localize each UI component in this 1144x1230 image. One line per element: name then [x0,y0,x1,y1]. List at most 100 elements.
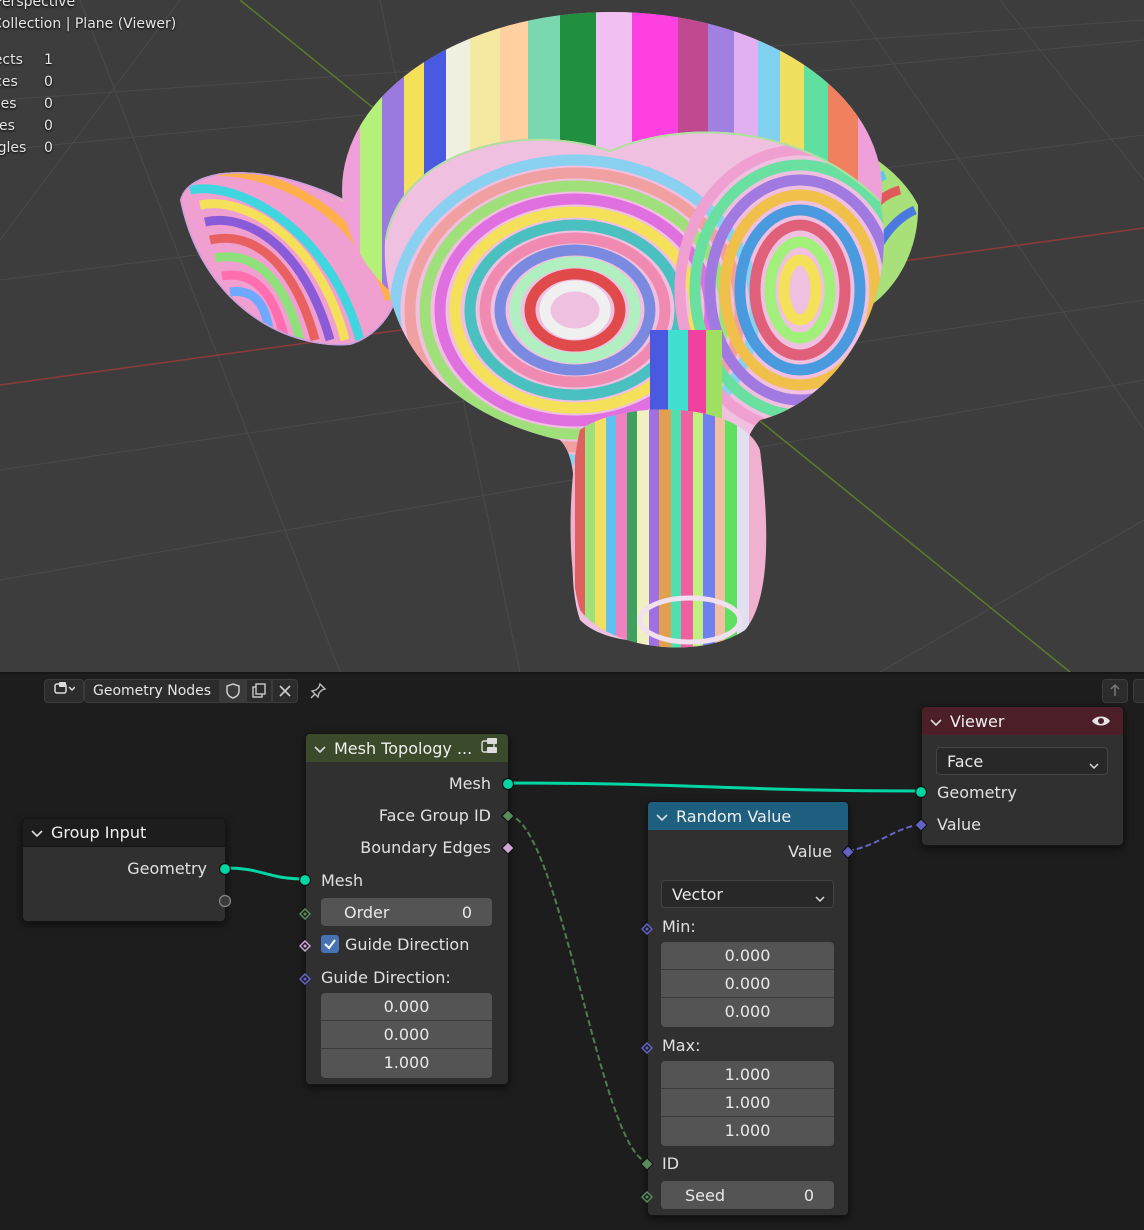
stat-edges-value: 0 [44,96,53,112]
order-value: 0 [461,902,472,922]
mesh-topology-node[interactable]: Mesh Topology ... Mesh Face Group ID Bou… [305,733,509,1085]
guide-direction-vector-label: Guide Direction: [321,968,451,987]
viewer-node[interactable]: Viewer Face Geometry Value [921,706,1124,846]
viewer-value-input-socket[interactable] [914,817,928,836]
guide-direction-checkbox-label: Guide Direction [345,935,470,954]
chevron-down-icon[interactable] [930,712,944,731]
seed-input-socket[interactable] [640,1188,654,1207]
stat-objects-label: Objects [0,52,23,68]
stat-faces-label: Faces [0,118,15,134]
max-y[interactable]: 1.000 [661,1089,834,1117]
viewer-geometry-input-socket[interactable] [914,784,928,803]
viewer-value-input-label: Value [937,815,981,834]
node-editor-header: Geometry Nodes [44,679,330,703]
face-group-id-output-socket[interactable] [501,808,515,827]
guide-direction-y[interactable]: 0.000 [321,1021,492,1049]
guide-direction-checkbox[interactable] [321,935,339,953]
3d-viewport[interactable]: Perspective Collection | Plane (Viewer) … [0,0,1144,672]
face-group-id-output-label: Face Group ID [378,806,491,825]
viewport-scene [0,0,1144,672]
guide-direction-x[interactable]: 0.000 [321,993,492,1021]
node-group-icon[interactable] [480,737,500,759]
duplicate-icon [247,680,271,702]
max-x[interactable]: 1.000 [661,1061,834,1089]
order-input-socket[interactable] [298,905,312,924]
data-type-dropdown[interactable]: Vector [661,880,834,908]
unlink-button[interactable] [272,679,299,703]
stat-vertices-value: 0 [44,74,53,90]
max-input-socket[interactable] [640,1039,654,1058]
group-input-node[interactable]: Group Input Geometry [22,818,226,922]
stat-faces-value: 0 [44,118,53,134]
eye-icon[interactable] [1091,713,1111,733]
mesh-output-label: Mesh [448,774,491,793]
viewer-title: Viewer [950,711,1005,731]
min-label: Min: [662,917,696,936]
empty-output-socket[interactable] [218,893,232,912]
duplicate-button[interactable] [246,679,273,703]
stat-vertices-label: Vertices [0,74,18,90]
boundary-edges-output-label: Boundary Edges [360,838,491,857]
view-title: Perspective [0,0,76,10]
stat-triangles-label: Triangles [0,140,27,156]
chevron-down-icon [1089,756,1099,775]
mesh-input-socket[interactable] [298,872,312,891]
guide-direction-z[interactable]: 1.000 [321,1049,492,1077]
group-input-header[interactable]: Group Input [23,819,225,847]
chevron-down-icon[interactable] [656,807,670,826]
value-output-socket[interactable] [841,844,855,863]
mesh-input-label: Mesh [321,871,364,890]
close-icon [273,680,297,702]
view-collection-label: Collection | Plane (Viewer) [0,16,177,32]
node-tree-name[interactable]: Geometry Nodes [84,679,221,703]
seed-label: Seed [685,1185,725,1205]
value-output-label: Value [788,842,832,861]
guide-direction-bool-socket[interactable] [298,937,312,956]
viewer-header[interactable]: Viewer [922,707,1123,735]
seed-field[interactable]: Seed 0 [661,1181,834,1209]
min-z[interactable]: 0.000 [661,998,834,1026]
data-type-value: Vector [672,884,723,904]
stat-objects-value: 1 [44,52,53,68]
geometry-output-socket[interactable] [218,861,232,880]
chevron-down-icon[interactable] [314,739,328,758]
overlay-toggle-button[interactable] [1133,679,1144,703]
parent-node-icon [1108,682,1122,701]
random-value-node[interactable]: Random Value Value Vector Min: 0.000 0.0… [647,801,849,1216]
viewer-geometry-input-label: Geometry [937,783,1017,802]
order-field[interactable]: Order 0 [321,898,492,926]
checkmark-icon [324,939,336,950]
editor-type-icon [53,681,76,701]
boundary-edges-output-socket[interactable] [501,840,515,859]
group-input-title: Group Input [51,823,147,842]
max-vector[interactable]: 1.000 1.000 1.000 [661,1061,834,1146]
viewer-domain-value: Face [947,751,984,771]
mesh-topology-header[interactable]: Mesh Topology ... [306,734,508,762]
chevron-down-icon [815,889,825,908]
viewer-domain-dropdown[interactable]: Face [936,747,1108,775]
max-label: Max: [662,1036,701,1055]
parent-node-tree-button[interactable] [1102,679,1128,703]
id-input-label: ID [662,1154,680,1173]
fake-user-button[interactable] [220,679,247,703]
geometry-output-label: Geometry [127,859,207,878]
guide-direction-vector[interactable]: 0.000 0.000 1.000 [321,993,492,1078]
min-input-socket[interactable] [640,920,654,939]
chevron-down-icon[interactable] [31,823,45,842]
shield-icon [221,680,245,702]
order-label: Order [344,902,390,922]
guide-direction-vector-socket[interactable] [298,970,312,989]
editor-type-dropdown[interactable] [44,679,84,703]
monkey-chin [570,409,767,648]
min-x[interactable]: 0.000 [661,942,834,970]
max-z[interactable]: 1.000 [661,1117,834,1145]
area-divider[interactable] [0,672,1144,674]
mesh-output-socket[interactable] [501,776,515,795]
pin-icon[interactable] [306,680,330,702]
min-y[interactable]: 0.000 [661,970,834,998]
random-value-title: Random Value [676,806,792,826]
min-vector[interactable]: 0.000 0.000 0.000 [661,942,834,1027]
random-value-header[interactable]: Random Value [648,802,848,830]
stat-triangles-value: 0 [44,140,53,156]
id-input-socket[interactable] [640,1156,654,1175]
